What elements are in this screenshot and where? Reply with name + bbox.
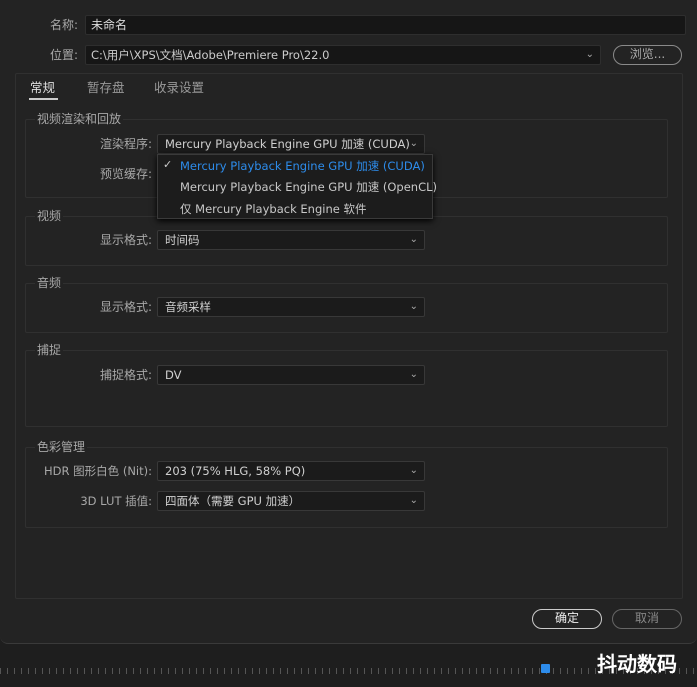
menu-item-cuda[interactable]: Mercury Playback Engine GPU 加速 (CUDA) <box>180 158 425 174</box>
audio-format-label: 显示格式: <box>99 300 152 314</box>
capture-group <box>25 350 668 427</box>
hdr-white-label: HDR 图形白色 (Nit): <box>44 464 152 478</box>
tab-scratch-disks[interactable]: 暂存盘 <box>87 79 125 97</box>
cancel-button[interactable]: 取消 <box>612 609 682 629</box>
active-tab-underline <box>29 98 58 100</box>
renderer-value: Mercury Playback Engine GPU 加速 (CUDA) <box>165 137 410 151</box>
preview-cache-label: 预览缓存: <box>99 167 152 181</box>
chevron-down-icon: ⌄ <box>585 49 594 60</box>
tab-ingest-settings[interactable]: 收录设置 <box>154 79 204 97</box>
lut-interp-value: 四面体（需要 GPU 加速） <box>165 494 301 508</box>
video-format-label: 显示格式: <box>99 233 152 247</box>
renderer-select[interactable]: Mercury Playback Engine GPU 加速 (CUDA) ⌄ <box>157 134 425 154</box>
tab-general[interactable]: 常规 <box>30 79 55 97</box>
capture-format-select[interactable]: DV ⌄ <box>157 365 425 385</box>
ok-button[interactable]: 确定 <box>532 609 602 629</box>
lut-interp-select[interactable]: 四面体（需要 GPU 加速） ⌄ <box>157 491 425 511</box>
chevron-down-icon: ⌄ <box>409 234 418 245</box>
chevron-down-icon: ⌄ <box>409 465 418 476</box>
chevron-down-icon: ⌄ <box>409 301 418 312</box>
location-label: 位置: <box>49 48 78 62</box>
location-select[interactable]: C:\用户\XPS\文档\Adobe\Premiere Pro\22.0 ⌄ <box>85 45 601 65</box>
chevron-down-icon: ⌄ <box>409 369 418 380</box>
new-project-dialog: 名称: 未命名 位置: C:\用户\XPS\文档\Adobe\Premiere … <box>0 0 697 644</box>
video-format-value: 时间码 <box>165 233 200 247</box>
capture-group-title: 捕捉 <box>35 341 64 358</box>
hdr-white-value: 203 (75% HLG, 58% PQ) <box>165 464 306 478</box>
timeline-ruler[interactable] <box>0 668 697 674</box>
video-group-title: 视频 <box>35 207 64 224</box>
chevron-down-icon: ⌄ <box>409 495 418 506</box>
renderer-label: 渲染程序: <box>99 137 152 151</box>
hdr-white-select[interactable]: 203 (75% HLG, 58% PQ) ⌄ <box>157 461 425 481</box>
renderer-dropdown-menu: ✓ Mercury Playback Engine GPU 加速 (CUDA) … <box>157 154 437 219</box>
capture-format-label: 捕捉格式: <box>99 368 152 382</box>
render-group-title: 视频渲染和回放 <box>35 110 124 127</box>
browse-button[interactable]: 浏览... <box>613 45 682 65</box>
location-value: C:\用户\XPS\文档\Adobe\Premiere Pro\22.0 <box>91 48 330 62</box>
video-format-select[interactable]: 时间码 ⌄ <box>157 230 425 250</box>
menu-item-software[interactable]: 仅 Mercury Playback Engine 软件 <box>180 201 366 217</box>
capture-format-value: DV <box>165 368 182 382</box>
audio-format-value: 音频采样 <box>165 300 211 314</box>
menu-item-opencl[interactable]: Mercury Playback Engine GPU 加速 (OpenCL) <box>180 179 437 195</box>
playhead-marker[interactable] <box>541 664 550 673</box>
chevron-down-icon: ⌄ <box>409 138 418 149</box>
audio-group-title: 音频 <box>35 274 64 291</box>
watermark: 抖动数码 <box>597 652 677 676</box>
color-management-group <box>25 447 668 528</box>
project-name-input[interactable]: 未命名 <box>85 15 686 35</box>
color-group-title: 色彩管理 <box>35 438 88 455</box>
checkmark-icon: ✓ <box>163 158 173 171</box>
name-label: 名称: <box>49 18 78 32</box>
audio-format-select[interactable]: 音频采样 ⌄ <box>157 297 425 317</box>
lut-interp-label: 3D LUT 插值: <box>80 494 152 508</box>
